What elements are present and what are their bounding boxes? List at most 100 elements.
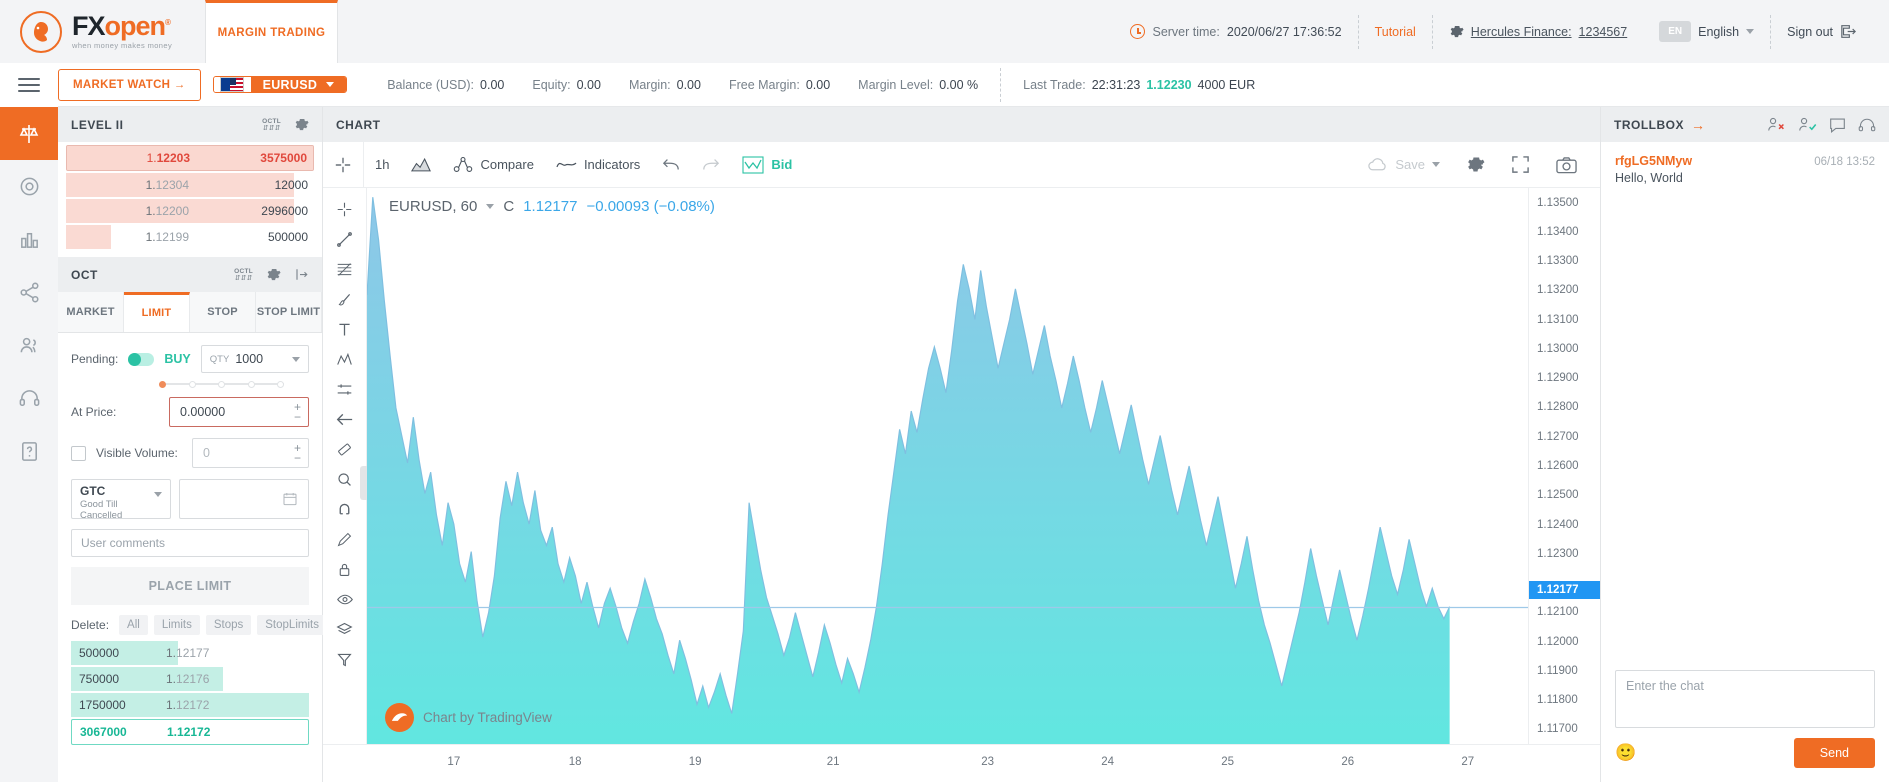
stepper-buttons[interactable]: + − bbox=[294, 401, 304, 423]
order-row[interactable]: 1750000 1.12172 bbox=[71, 693, 309, 717]
lock-icon bbox=[339, 563, 350, 576]
delete-stops-chip[interactable]: Stops bbox=[205, 615, 252, 635]
delete-all-chip[interactable]: All bbox=[119, 615, 148, 635]
interval-selector[interactable]: 1h bbox=[364, 142, 400, 188]
user-comments-input[interactable]: User comments bbox=[71, 529, 309, 557]
fib-tool[interactable] bbox=[323, 254, 367, 284]
chart-settings-button[interactable] bbox=[1455, 142, 1496, 188]
save-chart-button[interactable]: Save bbox=[1356, 142, 1451, 188]
time-in-force-select[interactable]: GTC Good Till Cancelled bbox=[71, 479, 171, 521]
time-axis[interactable]: 17 18 19 21 23 24 25 26 27 bbox=[323, 744, 1600, 782]
brush-tool[interactable] bbox=[323, 284, 367, 314]
decrement-icon[interactable]: − bbox=[294, 452, 301, 464]
slider-dot[interactable] bbox=[218, 380, 225, 388]
octl-settings-icon[interactable]: OCTL ⇵⇵⇵ bbox=[262, 118, 281, 132]
slider-dot[interactable] bbox=[188, 380, 196, 388]
side-label[interactable]: BUY bbox=[164, 352, 190, 366]
delete-limits-chip[interactable]: Limits bbox=[153, 615, 200, 635]
language-selector[interactable]: EN English bbox=[1643, 17, 1770, 47]
lock-tool[interactable] bbox=[323, 554, 367, 584]
at-price-stepper[interactable]: 0.00000 + − bbox=[169, 397, 309, 427]
compare-button[interactable]: Compare bbox=[442, 142, 544, 188]
emoji-picker-icon[interactable]: 🙂 bbox=[1615, 743, 1636, 763]
forecast-tool[interactable] bbox=[323, 374, 367, 404]
brand-logo[interactable]: FXopen® when money makes money bbox=[0, 0, 205, 63]
level2-row[interactable]: 1.12304 12000 bbox=[66, 173, 314, 197]
place-limit-button[interactable]: PLACE LIMIT bbox=[71, 567, 309, 605]
sidebar-item-accounts[interactable] bbox=[0, 319, 58, 372]
trendline-tool[interactable] bbox=[323, 224, 367, 254]
detach-panel-icon[interactable] bbox=[294, 267, 309, 282]
pending-toggle[interactable] bbox=[128, 352, 155, 366]
tab-stop-limit[interactable]: STOP LIMIT bbox=[256, 292, 322, 332]
screenshot-button[interactable] bbox=[1545, 142, 1588, 188]
sign-out-button[interactable]: Sign out bbox=[1771, 17, 1873, 47]
arrow-right-icon[interactable]: → bbox=[1691, 117, 1706, 133]
slider-dot[interactable] bbox=[159, 380, 166, 388]
remove-tool[interactable] bbox=[323, 644, 367, 674]
account-info[interactable]: Hercules Finance: 1234567 bbox=[1433, 17, 1643, 47]
stepper-buttons[interactable]: + − bbox=[294, 442, 304, 464]
order-row[interactable]: 500000 1.12177 bbox=[71, 641, 309, 665]
expiry-date-input[interactable] bbox=[179, 479, 309, 519]
price-axis[interactable]: 1.13500 1.13400 1.13300 1.13200 1.13100 1.130… bbox=[1528, 188, 1600, 744]
arrow-tool[interactable] bbox=[323, 404, 367, 434]
measure-tool[interactable] bbox=[323, 434, 367, 464]
decrement-icon[interactable]: − bbox=[294, 411, 301, 423]
tutorial-link[interactable]: Tutorial bbox=[1359, 17, 1432, 47]
visible-volume-stepper[interactable]: 0 + − bbox=[192, 438, 309, 468]
level2-row[interactable]: 1.12200 2996000 bbox=[66, 199, 314, 223]
sidebar-item-support[interactable] bbox=[0, 372, 58, 425]
sidebar-item-reports[interactable] bbox=[0, 213, 58, 266]
tab-limit[interactable]: LIMIT bbox=[124, 292, 190, 332]
visibility-tool[interactable] bbox=[323, 584, 367, 614]
pattern-tool[interactable] bbox=[323, 344, 367, 374]
quantity-input[interactable]: QTY 1000 bbox=[200, 345, 309, 373]
undo-button[interactable] bbox=[651, 142, 691, 188]
visible-volume-checkbox[interactable] bbox=[71, 445, 86, 461]
octl-settings-icon[interactable]: OCTL ⇵⇵⇵ bbox=[234, 268, 253, 282]
symbol-selector[interactable]: EURUSD bbox=[212, 76, 348, 93]
menu-button[interactable] bbox=[0, 62, 58, 107]
tab-market[interactable]: MARKET bbox=[58, 292, 124, 332]
crosshair-tool[interactable] bbox=[323, 141, 364, 188]
headset-icon[interactable] bbox=[1858, 117, 1876, 133]
sidebar-item-trading[interactable] bbox=[0, 107, 58, 160]
chart-symbol-interval[interactable]: EURUSD, 60 bbox=[389, 198, 477, 215]
user-approve-icon[interactable] bbox=[1798, 116, 1817, 133]
slider-dot[interactable] bbox=[247, 380, 255, 388]
sidebar-item-network[interactable] bbox=[0, 266, 58, 319]
fullscreen-button[interactable] bbox=[1500, 142, 1541, 188]
order-row[interactable]: 750000 1.12176 bbox=[71, 667, 309, 691]
layers-tool[interactable] bbox=[323, 614, 367, 644]
text-tool[interactable] bbox=[323, 314, 367, 344]
send-button[interactable]: Send bbox=[1793, 738, 1875, 768]
indicators-button[interactable]: Indicators bbox=[545, 142, 651, 188]
sidebar-item-help[interactable] bbox=[0, 425, 58, 478]
slider-dot[interactable] bbox=[277, 380, 284, 388]
cursor-cross-tool[interactable] bbox=[323, 194, 367, 224]
account-number[interactable]: 1234567 bbox=[1579, 25, 1628, 39]
chat-username[interactable]: rfgLG5NMyw bbox=[1615, 154, 1692, 168]
chat-input[interactable]: Enter the chat bbox=[1615, 670, 1875, 728]
user-block-icon[interactable] bbox=[1767, 116, 1786, 133]
chevron-down-icon[interactable] bbox=[486, 204, 495, 209]
level2-row[interactable]: 1.12203 3575000 bbox=[66, 145, 314, 171]
chat-bubble-icon[interactable] bbox=[1829, 117, 1846, 133]
chart-plot[interactable]: EURUSD, 60 C 1.12177 −0.00093 (−0.08%) C… bbox=[360, 188, 1528, 769]
order-row-selected[interactable]: 3067000 1.12172 bbox=[71, 719, 309, 745]
bid-ask-toggle[interactable]: Bid bbox=[731, 142, 803, 188]
highlight-tool[interactable] bbox=[323, 524, 367, 554]
tab-margin-trading[interactable]: MARGIN TRADING bbox=[205, 0, 338, 63]
quantity-slider[interactable] bbox=[159, 380, 284, 388]
market-watch-button[interactable]: MARKET WATCH → bbox=[58, 68, 201, 101]
redo-button[interactable] bbox=[691, 142, 731, 188]
gear-icon[interactable] bbox=[266, 267, 281, 282]
order-qty: 3067000 bbox=[80, 725, 127, 739]
tab-stop[interactable]: STOP bbox=[190, 292, 256, 332]
level2-row[interactable]: 1.12199 500000 bbox=[66, 225, 314, 249]
gear-icon[interactable] bbox=[294, 117, 309, 132]
sidebar-item-analytics[interactable] bbox=[0, 160, 58, 213]
chart-type-button[interactable] bbox=[400, 142, 442, 188]
delete-stoplimits-chip[interactable]: StopLimits bbox=[257, 615, 327, 635]
